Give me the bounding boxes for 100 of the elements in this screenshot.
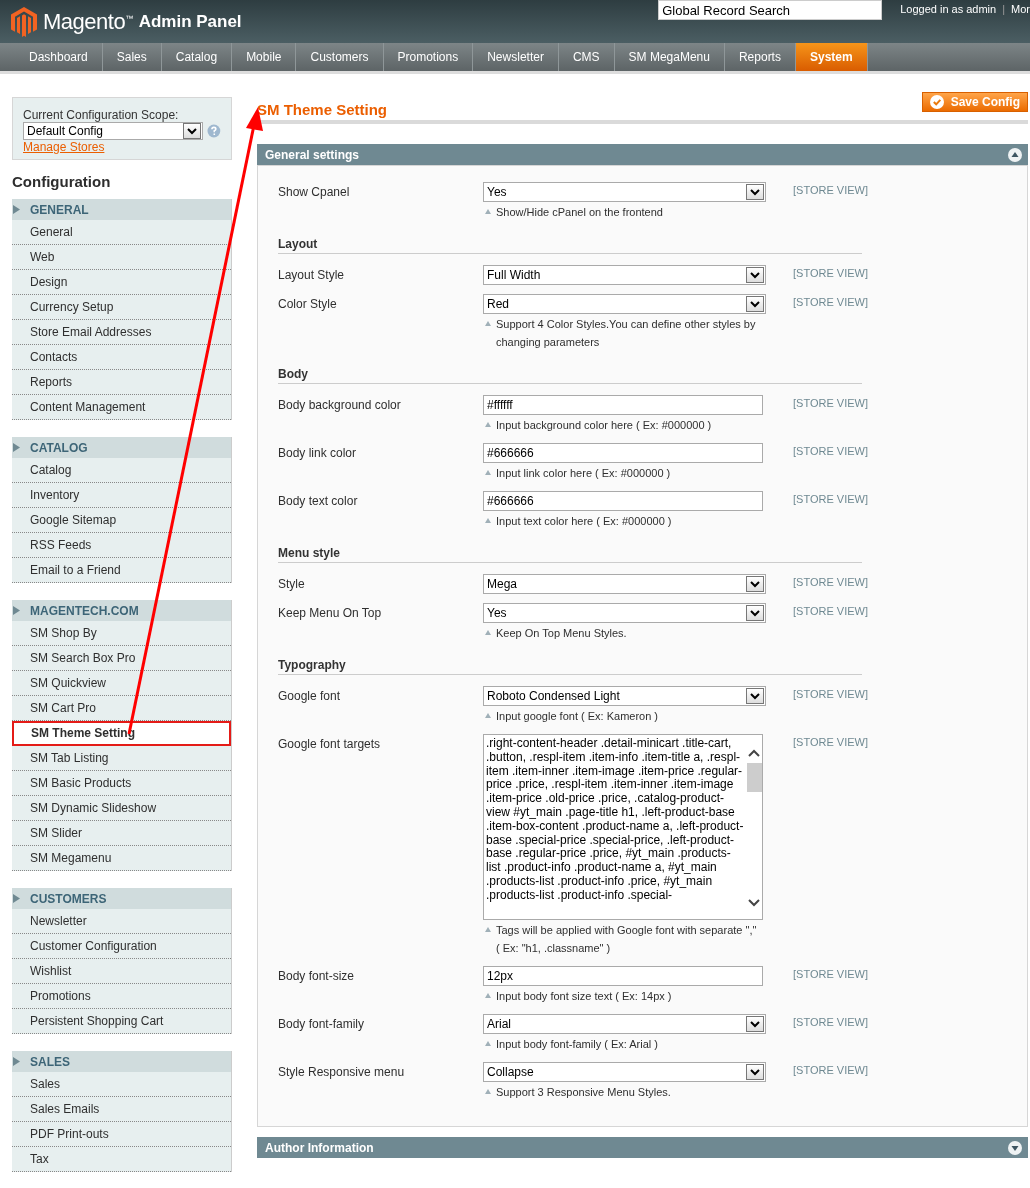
select-field[interactable]: Full Width <box>483 265 766 285</box>
sidebar-item[interactable]: SM Shop By <box>12 621 231 646</box>
sidebar-item[interactable]: Content Management <box>12 395 231 420</box>
scope-tag: [STORE VIEW] <box>763 686 868 725</box>
select-field[interactable]: Red <box>483 294 766 314</box>
help-icon[interactable] <box>207 124 221 138</box>
sidebar-item[interactable]: Design <box>12 270 231 295</box>
field-label: Body background color <box>278 397 402 414</box>
search-field[interactable]: Global Record Search <box>658 0 883 20</box>
scope-tag: [STORE VIEW] <box>763 265 868 285</box>
sidebar-item[interactable]: SM Theme Setting <box>12 721 231 746</box>
input-field[interactable]: #666666 <box>483 491 763 511</box>
scope-tag: [STORE VIEW] <box>763 182 868 221</box>
field-hint: Input body font-family ( Ex: Arial ) <box>483 1035 763 1053</box>
nav-tab[interactable]: Catalog <box>161 43 233 71</box>
sidebar-item[interactable]: Wishlist <box>12 959 231 984</box>
scrollbar-thumb[interactable] <box>746 763 762 792</box>
sidebar-item[interactable]: Sales Emails <box>12 1097 231 1122</box>
nav-tab[interactable]: Reports <box>724 43 796 71</box>
nav-tab[interactable]: Mobile <box>232 43 297 71</box>
sidebar-item[interactable]: Contacts <box>12 345 231 370</box>
more-link[interactable]: Mor <box>1011 0 1030 15</box>
sidebar-item[interactable]: Newsletter <box>12 909 231 934</box>
scope-tag: [STORE VIEW] <box>763 966 868 1005</box>
field-hint: Input google font ( Ex: Kameron ) <box>483 707 763 725</box>
sidebar-item[interactable]: SM Basic Products <box>12 771 231 796</box>
section-header[interactable]: General settings <box>257 144 1028 165</box>
scope-select[interactable]: Default Config <box>23 122 204 140</box>
sidebar-item[interactable]: RSS Feeds <box>12 533 231 558</box>
section-header[interactable]: Author Information <box>257 1137 1028 1158</box>
select-field[interactable]: Arial <box>483 1014 766 1034</box>
select-field[interactable]: Mega <box>483 574 766 594</box>
scope-tag: [STORE VIEW] <box>763 1062 868 1101</box>
field-label: Layout Style <box>278 267 346 284</box>
logo-text: Magento$^{™}$ <box>43 8 133 35</box>
sidebar-item[interactable]: Google Sitemap <box>12 508 231 533</box>
nav-tab[interactable]: Sales <box>102 43 162 71</box>
group-heading: Layout <box>278 237 862 254</box>
sidebar-item[interactable]: SM Search Box Pro <box>12 646 231 671</box>
group-header[interactable]: CUSTOMERS <box>12 888 231 909</box>
field-label: Google font targets <box>278 736 382 753</box>
scope-tag: [STORE VIEW] <box>763 734 868 957</box>
sidebar-item[interactable]: Reports <box>12 370 231 395</box>
sidebar-item[interactable]: SM Dynamic Slideshow <box>12 796 231 821</box>
nav-tab[interactable]: Newsletter <box>473 43 559 71</box>
nav-tab[interactable]: CMS <box>558 43 615 71</box>
field-label: Body text color <box>278 493 359 510</box>
field-hint: Input link color here ( Ex: #000000 ) <box>483 464 763 482</box>
sidebar-item[interactable]: Email to a Friend <box>12 558 231 583</box>
sidebar-item[interactable]: Currency Setup <box>12 295 231 320</box>
field-label: Google font <box>278 688 342 705</box>
sidebar-item[interactable]: Tax <box>12 1147 231 1172</box>
select-field[interactable]: Collapse <box>483 1062 766 1082</box>
nav-tab[interactable]: SM MegaMenu <box>614 43 725 71</box>
select-field[interactable]: Yes <box>483 182 766 202</box>
field-label: Body link color <box>278 445 358 462</box>
select-field[interactable]: Yes <box>483 603 766 623</box>
sidebar-item[interactable]: Promotions <box>12 984 231 1009</box>
sidebar-item[interactable]: PDF Print-outs <box>12 1122 231 1147</box>
expand-triangle-icon <box>13 1057 20 1066</box>
scope-tag: [STORE VIEW] <box>763 294 868 351</box>
input-field[interactable]: 12px <box>483 966 763 986</box>
input-field[interactable]: #ffffff <box>483 395 763 415</box>
sidebar-item[interactable]: Customer Configuration <box>12 934 231 959</box>
sidebar-item[interactable]: Catalog <box>12 458 231 483</box>
scope-label: Current Configuration Scope: <box>23 108 180 122</box>
sidebar-title: Configuration <box>12 172 112 192</box>
group-header[interactable]: SALES <box>12 1051 231 1072</box>
input-field[interactable]: #666666 <box>483 443 763 463</box>
scope-tag: [STORE VIEW] <box>763 395 868 434</box>
nav-tab[interactable]: Dashboard <box>15 43 103 71</box>
sidebar-item[interactable]: General <box>12 220 231 245</box>
select-field[interactable]: Roboto Condensed Light <box>483 686 766 706</box>
group-title: CUSTOMERS <box>30 891 107 906</box>
field-label: Style Responsive menu <box>278 1064 406 1081</box>
field-hint: Input text color here ( Ex: #000000 ) <box>483 512 763 530</box>
sidebar-item[interactable]: SM Megamenu <box>12 846 231 871</box>
scope-tag: [STORE VIEW] <box>763 443 868 482</box>
sidebar-item[interactable]: Sales <box>12 1072 231 1097</box>
group-header[interactable]: CATALOG <box>12 437 231 458</box>
group-header[interactable]: MAGENTECH.COM <box>12 600 231 621</box>
sidebar-item[interactable]: SM Slider <box>12 821 231 846</box>
expand-triangle-icon <box>13 443 20 452</box>
field-label: Keep Menu On Top <box>278 605 383 622</box>
sidebar-item[interactable]: Persistent Shopping Cart <box>12 1009 231 1034</box>
group-heading: Typography <box>278 658 862 675</box>
scope-tag: [STORE VIEW] <box>763 1014 868 1053</box>
nav-tab[interactable]: Customers <box>296 43 384 71</box>
expand-triangle-icon <box>13 894 20 903</box>
user-status: Logged in as admin <box>900 2 997 15</box>
nav-tab[interactable]: Promotions <box>383 43 474 71</box>
sidebar-item[interactable]: Inventory <box>12 483 231 508</box>
sidebar-item[interactable]: Web <box>12 245 231 270</box>
sidebar-item[interactable]: Store Email Addresses <box>12 320 231 345</box>
sidebar-item[interactable]: SM Tab Listing <box>12 746 231 771</box>
scroll-up-icon[interactable] <box>748 749 760 757</box>
scroll-down-icon[interactable] <box>748 899 760 907</box>
group-header[interactable]: GENERAL <box>12 199 231 220</box>
textarea-field[interactable]: .right-content-header .detail-minicart .title-cart, .button, .respl-item .item-info .item-title a, .respl-item .item-inner .item-image .item-price .regular-price .price, .respl-item .item-inner .item-image .item-price .old-price .price, .catalog-product-view #yt_main .page-title h1, .left-product-base .item-box-content .product-name a, .left-product-base .special-price .special-price, .left-product-base .regular-price .price, #yt_main .products-list .product-info .product-name a, #yt_main .products-list .product-info .price, #yt_main .products-list .product-info .special- <box>483 734 763 920</box>
sidebar-item[interactable]: SM Quickview <box>12 671 231 696</box>
